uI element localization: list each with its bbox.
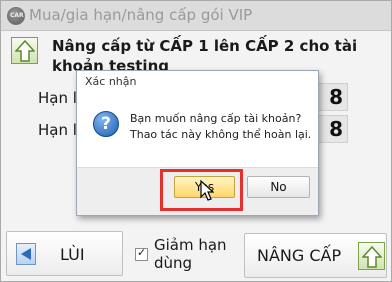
dialog-title: Xác nhận — [85, 75, 137, 88]
dialog-message-line2: Thao tác này không thể hoàn lại. — [130, 128, 312, 141]
dialog-message-line1: Bạn muốn nâng cấp tài khoản? — [130, 112, 302, 125]
reduce-term-checkbox[interactable]: ✓ — [135, 246, 148, 261]
vip-window: CAR Mua/gia hạn/nâng cấp gói VIP Nâng cấ… — [0, 0, 392, 282]
up-arrow-icon — [358, 242, 385, 270]
back-button-label: LÙI — [60, 245, 85, 264]
upgrade-button[interactable]: NÂNG CẤP — [244, 233, 387, 278]
up-arrow-icon — [11, 37, 38, 64]
checkmark-icon: ✓ — [137, 246, 147, 259]
expiry-label-2: Hạn l — [38, 121, 77, 139]
no-button[interactable]: No — [247, 176, 310, 198]
mouse-cursor-icon — [200, 180, 214, 201]
back-button[interactable]: LÙI — [6, 231, 123, 276]
app-logo-text: CAR — [10, 12, 24, 19]
question-icon: ? — [93, 111, 119, 137]
app-logo-icon: CAR — [7, 7, 25, 25]
left-arrow-icon — [16, 243, 36, 265]
expiry-label-1: Hạn l — [38, 89, 77, 107]
upgrade-button-label: NÂNG CẤP — [257, 246, 342, 265]
reduce-term-label: Giảm hạn dùng — [154, 236, 227, 272]
title-bar[interactable]: CAR Mua/gia hạn/nâng cấp gói VIP — [1, 1, 391, 31]
dialog-message: Bạn muốn nâng cấp tài khoản? Thao tác nà… — [130, 111, 314, 143]
window-title: Mua/gia hạn/nâng cấp gói VIP — [29, 6, 253, 24]
